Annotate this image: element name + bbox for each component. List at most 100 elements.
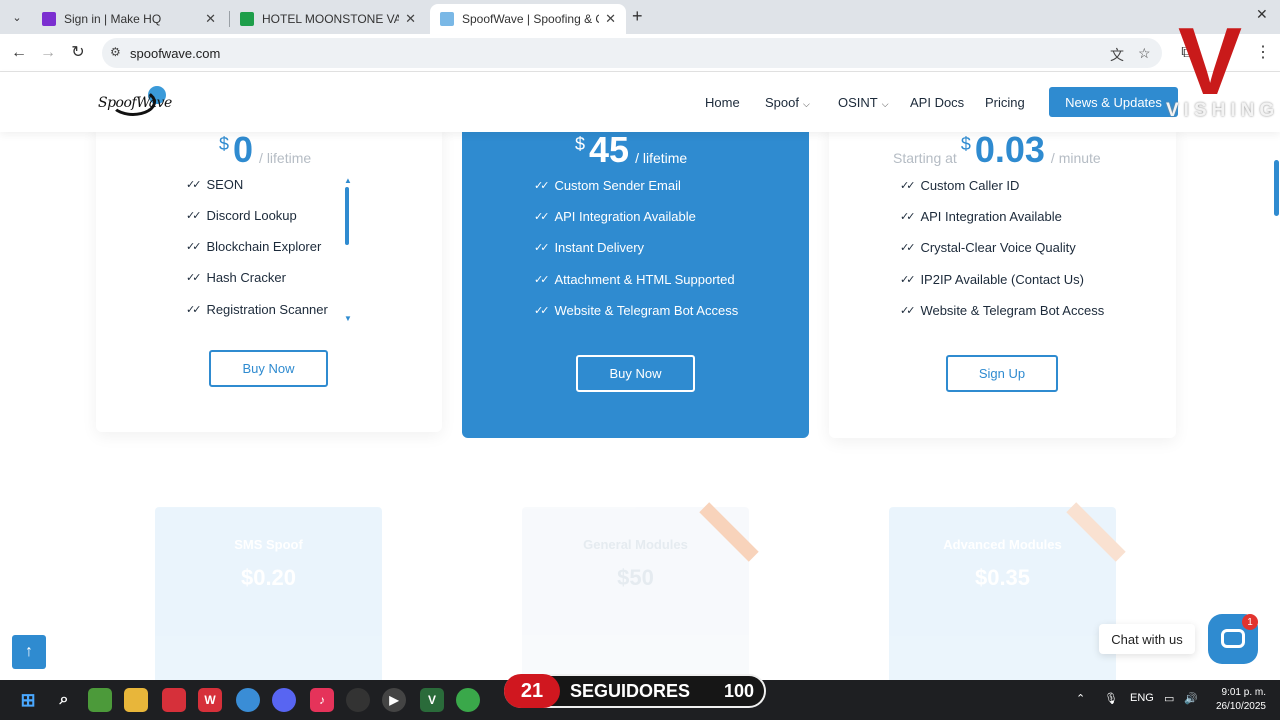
volume-icon[interactable]: 🔊 <box>1184 692 1198 705</box>
feature-list-scrollbar[interactable] <box>345 187 349 245</box>
tray-chevron-icon[interactable]: ⌃ <box>1076 692 1085 705</box>
close-tab-icon[interactable]: ✕ <box>605 11 616 27</box>
feature-item: ✓✓ API Integration Available <box>900 209 1062 224</box>
pricing-section: $ 0 / lifetime ✓✓ SEON ✓✓ Discord Lookup ✓… <box>0 132 1280 680</box>
app-icon[interactable] <box>162 688 186 712</box>
address-bar[interactable]: ⚙ spoofwave.com 文 ☆ <box>102 38 1162 68</box>
feature-text: Website & Telegram Bot Access <box>920 303 1105 318</box>
feature-item: ✓✓ Attachment & HTML Supported <box>534 272 735 287</box>
sign-up-button[interactable]: Sign Up <box>946 355 1058 392</box>
tab-spoofwave[interactable]: SpoofWave | Spoofing & OSINT ✕ <box>430 4 626 34</box>
page-scrollbar[interactable] <box>1274 160 1279 216</box>
feature-text: API Integration Available <box>554 209 696 224</box>
pricing-card-email: $ 45 / lifetime ✓✓ Custom Sender Email ✓✓… <box>462 132 809 438</box>
currency: $ <box>960 134 971 154</box>
feature-text: SEON <box>206 177 244 192</box>
obs-icon[interactable] <box>346 688 370 712</box>
double-check-icon: ✓✓ <box>534 305 550 317</box>
wps-icon[interactable]: W <box>198 688 222 712</box>
close-tab-icon[interactable]: ✕ <box>205 11 216 27</box>
chrome-icon[interactable] <box>456 688 480 712</box>
network-icon[interactable]: ▭ <box>1164 692 1174 705</box>
feature-item: ✓✓ Discord Lookup <box>186 208 297 223</box>
feature-item: ✓✓ Website & Telegram Bot Access <box>900 303 1104 318</box>
chat-label[interactable]: Chat with us <box>1099 624 1195 654</box>
site-header: SpoofWave Home Spoof ⌵ OSINT ⌵ API Docs Pr… <box>0 72 1280 132</box>
follower-count: 21 <box>504 674 560 708</box>
double-check-icon: ✓✓ <box>534 274 550 286</box>
file-explorer-icon[interactable] <box>124 688 148 712</box>
nav-label: Spoof <box>765 95 799 110</box>
clock-time: 9:01 p. m. <box>1221 687 1266 698</box>
tiktok-icon[interactable]: ♪ <box>310 688 334 712</box>
nav-spoof[interactable]: Spoof ⌵ <box>765 95 810 110</box>
feature-text: Attachment & HTML Supported <box>554 272 735 287</box>
tab-title: HOTEL MOONSTONE VALLEY LIS <box>262 12 400 26</box>
price: $ 0 / lifetime <box>219 132 311 168</box>
double-check-icon: ✓✓ <box>900 305 916 317</box>
buy-now-button[interactable]: Buy Now <box>576 355 695 392</box>
pricing-card-free: $ 0 / lifetime ✓✓ SEON ✓✓ Discord Lookup ✓… <box>96 132 442 432</box>
tab-search-icon[interactable]: ⌄ <box>6 6 28 28</box>
feature-item: ✓✓ Instant Delivery <box>534 240 644 255</box>
pricing-card-advanced: Advanced Modules $0.35 <box>889 502 1126 680</box>
chevron-down-icon: ⌵ <box>802 99 810 109</box>
scroll-to-top-button[interactable]: ↑ <box>12 635 46 669</box>
tab-make[interactable]: Sign in | Make HQ ✕ <box>32 4 226 34</box>
discord-icon[interactable] <box>272 688 296 712</box>
feature-item: ✓✓ Website & Telegram Bot Access <box>534 303 738 318</box>
nav-osint[interactable]: OSINT ⌵ <box>838 95 889 110</box>
feature-item: ✓✓ Custom Sender Email <box>534 178 681 193</box>
media-player-icon[interactable]: ▶ <box>382 688 406 712</box>
scroll-up-icon[interactable]: ▲ <box>344 176 352 185</box>
ribbon-badge <box>699 502 759 562</box>
microphone-icon[interactable]: 🎙 <box>1104 692 1118 705</box>
vishing-text: VISHING <box>1166 100 1280 121</box>
feature-text: Hash Cracker <box>206 270 286 285</box>
spoofwave-logo[interactable]: SpoofWave <box>96 84 172 120</box>
feature-item: ✓✓ Custom Caller ID <box>900 178 1019 193</box>
windows-start-icon[interactable]: ⊞ <box>16 688 40 712</box>
card-title: Advanced Modules <box>943 537 1062 552</box>
scroll-down-icon[interactable]: ▼ <box>344 314 352 323</box>
double-check-icon: ✓✓ <box>534 211 550 223</box>
nav-label: OSINT <box>838 95 878 110</box>
feature-item: ✓✓ API Integration Available <box>534 209 696 224</box>
news-updates-button[interactable]: News & Updates <box>1049 87 1178 117</box>
feature-text: Blockchain Explorer <box>206 239 322 254</box>
new-tab-icon[interactable]: + <box>632 6 650 28</box>
buy-now-button[interactable]: Buy Now <box>209 350 328 387</box>
chrome-icon[interactable] <box>236 688 260 712</box>
tab-hotel-sheet[interactable]: HOTEL MOONSTONE VALLEY LIS ✕ <box>230 4 426 34</box>
forward-icon[interactable]: → <box>37 42 59 64</box>
bookmark-star-icon[interactable]: ☆ <box>1138 45 1151 62</box>
nav-pricing[interactable]: Pricing <box>985 95 1025 110</box>
reload-icon[interactable]: ↻ <box>67 42 89 64</box>
double-check-icon: ✓✓ <box>900 211 916 223</box>
close-tab-icon[interactable]: ✕ <box>405 11 416 27</box>
browser-tab-bar: ⌄ Sign in | Make HQ ✕ HOTEL MOONSTONE VA… <box>0 0 1280 34</box>
pricing-card-sms: SMS Spoof $0.20 <box>155 507 382 680</box>
site-info-icon[interactable]: ⚙ <box>110 45 121 59</box>
nav-api-docs[interactable]: API Docs <box>910 95 964 110</box>
double-check-icon: ✓✓ <box>534 180 550 192</box>
close-window-icon[interactable]: ✕ <box>1256 6 1268 23</box>
double-check-icon: ✓✓ <box>900 274 916 286</box>
app-icon[interactable]: V <box>420 688 444 712</box>
clock[interactable]: 9:01 p. m. 26/10/2025 <box>1212 686 1266 714</box>
nav-home[interactable]: Home <box>705 95 740 110</box>
search-icon[interactable]: ⌕ <box>52 688 76 712</box>
translate-icon[interactable]: 文 <box>1110 45 1124 65</box>
price-amount: 0.03 <box>974 132 1045 170</box>
price: $ 45 / lifetime <box>575 132 687 168</box>
language-indicator[interactable]: ENG <box>1130 692 1154 704</box>
double-check-icon: ✓✓ <box>186 241 202 253</box>
logo-text: SpoofWave <box>98 95 172 111</box>
currency: $ <box>219 134 230 154</box>
brand-letter: V <box>1178 8 1243 115</box>
menu-icon[interactable]: ⋮ <box>1252 42 1274 64</box>
price-period: / lifetime <box>259 150 312 166</box>
back-icon[interactable]: ← <box>8 42 30 64</box>
arrow-up-icon: ↑ <box>25 643 33 660</box>
app-icon[interactable] <box>88 688 112 712</box>
